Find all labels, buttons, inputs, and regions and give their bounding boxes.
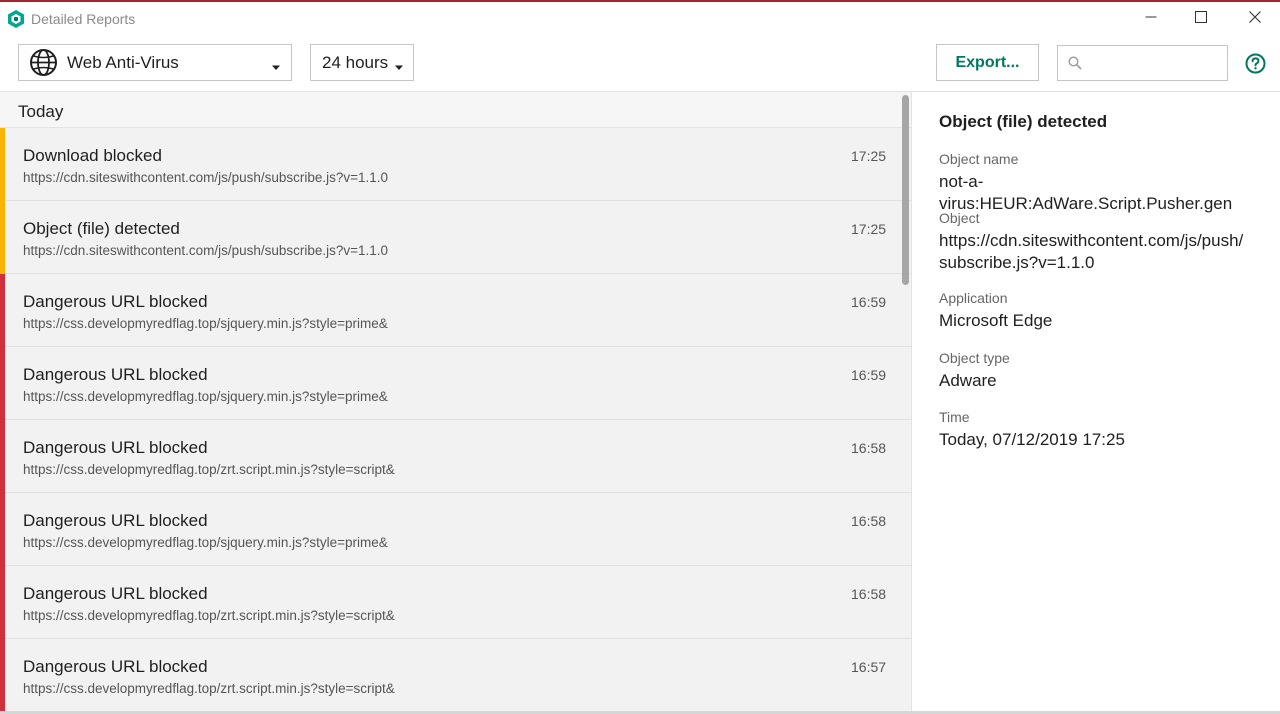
detail-value: https://cdn.siteswithcontent.com/js/push… [939, 231, 1244, 272]
event-time: 16:59 [851, 367, 887, 383]
event-url: https://css.developmyredflag.top/zrt.scr… [23, 681, 395, 696]
event-title: Dangerous URL blocked [23, 584, 208, 603]
scrollbar-thumb[interactable] [902, 95, 909, 285]
event-time: 16:57 [851, 659, 887, 675]
event-row[interactable]: Dangerous URL blocked https://css.develo… [0, 566, 911, 639]
severity-indicator [0, 566, 5, 639]
event-url: https://css.developmyredflag.top/sjquery… [23, 535, 388, 550]
detail-label: Object name [939, 151, 1019, 167]
group-header: Today [0, 92, 911, 128]
event-row[interactable]: Object (file) detected https://cdn.sites… [0, 201, 911, 274]
event-time: 16:58 [851, 586, 887, 602]
close-button[interactable] [1232, 4, 1278, 34]
detail-label: Application [939, 290, 1008, 306]
event-row[interactable]: Dangerous URL blocked https://css.develo… [0, 274, 911, 347]
events-list: Download blocked https://cdn.siteswithco… [0, 128, 911, 712]
severity-indicator [0, 639, 5, 712]
maximize-icon [1195, 10, 1207, 28]
event-time: 16:58 [851, 440, 887, 456]
export-button[interactable]: Export... [936, 44, 1039, 81]
detail-object: Object https://cdn.siteswithcontent.com/… [939, 209, 1243, 274]
close-icon [1249, 10, 1261, 28]
detail-application: Application Microsoft Edge [939, 289, 1052, 332]
severity-indicator [0, 274, 5, 347]
toolbar: Web Anti-Virus 24 hours Export... [0, 36, 1280, 92]
event-url: https://css.developmyredflag.top/zrt.scr… [23, 608, 395, 623]
event-row[interactable]: Dangerous URL blocked https://css.develo… [0, 420, 911, 493]
category-dropdown-value: Web Anti-Virus [67, 53, 179, 72]
event-title: Download blocked [23, 146, 162, 165]
detail-value: Today, 07/12/2019 17:25 [939, 430, 1125, 449]
search-icon [1068, 56, 1082, 70]
event-row[interactable]: Dangerous URL blocked https://css.develo… [0, 347, 911, 420]
detail-value: Microsoft Edge [939, 311, 1053, 330]
event-title: Dangerous URL blocked [23, 365, 208, 384]
title-bar[interactable]: Detailed Reports [0, 2, 1280, 36]
window-title: Detailed Reports [31, 11, 136, 27]
detail-time: Time Today, 07/12/2019 17:25 [939, 408, 1125, 451]
event-time: 16:58 [851, 513, 887, 529]
event-url: https://cdn.siteswithcontent.com/js/push… [23, 170, 389, 185]
event-title: Dangerous URL blocked [23, 292, 208, 311]
minimize-icon [1145, 10, 1157, 28]
app-logo-icon [8, 10, 24, 28]
chevron-down-icon [394, 59, 404, 70]
chevron-down-icon [271, 59, 281, 70]
event-time: 17:25 [851, 148, 887, 164]
severity-indicator [0, 347, 5, 420]
detail-object-name: Object name not-a-virus:HEUR:AdWare.Scri… [939, 150, 1259, 215]
period-dropdown-value: 24 hours [322, 53, 389, 72]
category-dropdown[interactable]: Web Anti-Virus [18, 44, 292, 81]
detail-label: Object [939, 210, 980, 226]
minimize-button[interactable] [1128, 4, 1174, 34]
event-title: Dangerous URL blocked [23, 438, 208, 457]
search-input[interactable] [1057, 45, 1228, 81]
event-row[interactable]: Dangerous URL blocked https://css.develo… [0, 639, 911, 712]
event-row[interactable]: Download blocked https://cdn.siteswithco… [0, 128, 911, 201]
event-title: Object (file) detected [23, 219, 180, 238]
globe-icon [29, 48, 58, 77]
details-title: Object (file) detected [939, 112, 1108, 131]
severity-indicator [0, 493, 5, 566]
event-title: Dangerous URL blocked [23, 511, 208, 530]
detail-object-type: Object type Adware [939, 349, 1010, 392]
event-url: https://css.developmyredflag.top/sjquery… [23, 316, 388, 331]
event-url: https://css.developmyredflag.top/sjquery… [23, 389, 388, 404]
group-label: Today [18, 102, 64, 121]
detail-label: Time [939, 409, 970, 425]
detail-value: Adware [939, 371, 997, 390]
maximize-button[interactable] [1178, 4, 1224, 34]
severity-indicator [0, 128, 5, 201]
help-icon[interactable] [1245, 53, 1266, 74]
details-pane: Object (file) detected Object name not-a… [912, 92, 1280, 714]
event-row[interactable]: Dangerous URL blocked https://css.develo… [0, 493, 911, 566]
period-dropdown[interactable]: 24 hours [310, 44, 414, 81]
severity-indicator [0, 201, 5, 274]
severity-indicator [0, 420, 5, 493]
event-time: 16:59 [851, 294, 887, 310]
event-url: https://cdn.siteswithcontent.com/js/push… [23, 243, 389, 258]
events-list-pane[interactable]: Today Download blocked https://cdn.sites… [0, 92, 912, 714]
event-time: 17:25 [851, 221, 887, 237]
event-url: https://css.developmyredflag.top/zrt.scr… [23, 462, 395, 477]
event-title: Dangerous URL blocked [23, 657, 208, 676]
detail-label: Object type [939, 350, 1010, 366]
